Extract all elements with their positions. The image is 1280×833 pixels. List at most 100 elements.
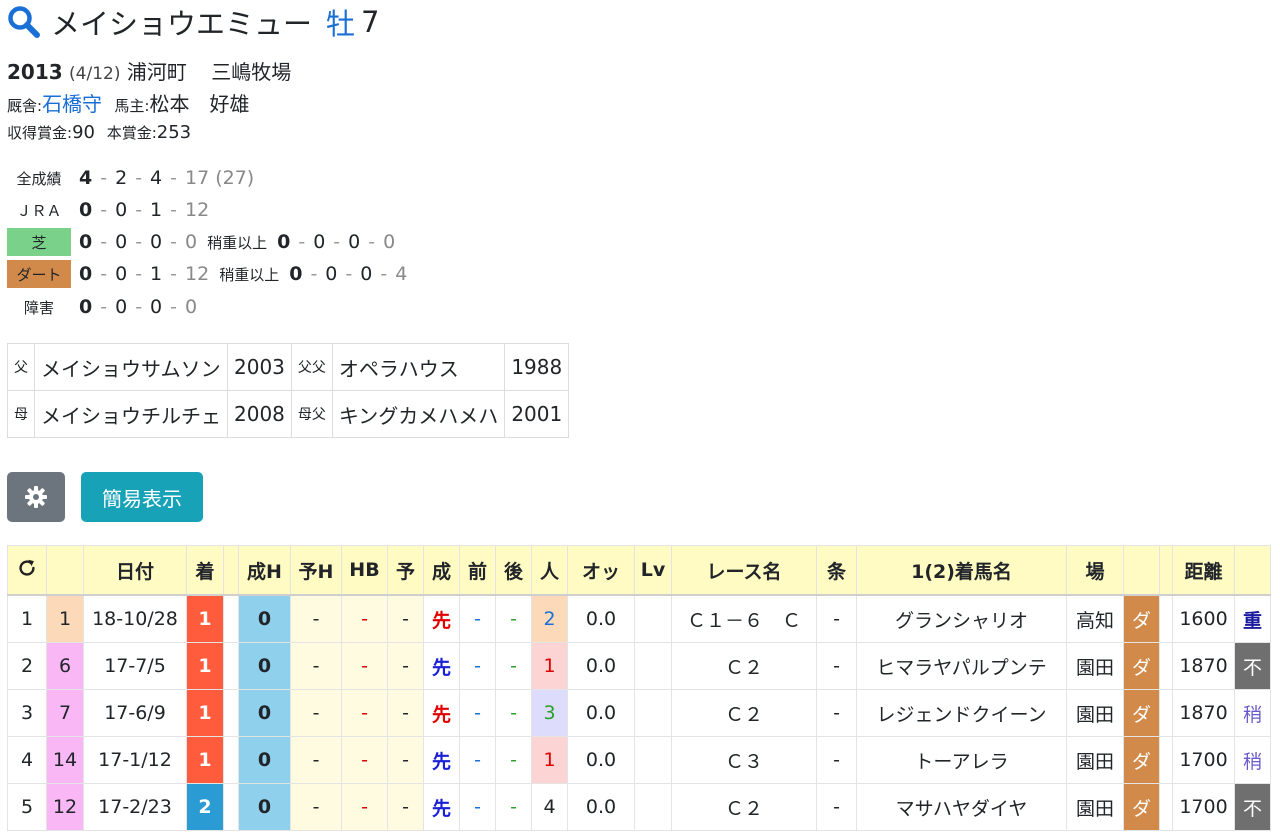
winner-name[interactable]: トーアレラ — [856, 736, 1067, 784]
table-row[interactable]: 3 7 17-6/9 1 0 - - - 先 - - 3 0.0 Ｃ２ - レジ… — [7, 689, 1271, 737]
refresh-icon[interactable] — [16, 557, 38, 579]
col-header-rank[interactable]: 着 — [186, 545, 224, 596]
others: 17 — [185, 167, 210, 189]
col-header[interactable]: 前 — [459, 545, 496, 596]
col-header-level[interactable]: Lv — [634, 545, 672, 596]
yo-h: - — [290, 736, 342, 784]
odds: 0.0 — [567, 736, 635, 784]
finish-rank: 1 — [186, 689, 224, 737]
race-name[interactable]: Ｃ３ — [671, 736, 817, 784]
simple-view-button[interactable]: 簡易表示 — [81, 472, 203, 522]
heavy-others: 4 — [395, 263, 408, 285]
owner: 松本 好雄 — [149, 92, 250, 116]
birth-info: 2013 (4/12) 浦河町 三嶋牧場 — [7, 56, 291, 85]
col-header-winner[interactable]: 1(2)着馬名 — [856, 545, 1067, 596]
table-row[interactable]: 1 1 18-10/28 1 0 - - - 先 - - 2 0.0 Ｃ１－６ … — [7, 594, 1271, 643]
col-header-distance[interactable]: 距離 — [1172, 545, 1235, 596]
level — [634, 783, 672, 831]
table-row[interactable]: 2 6 17-7/5 1 0 - - - 先 - - 1 0.0 Ｃ２ - ヒマ… — [7, 642, 1271, 690]
col-header[interactable]: 予 — [387, 545, 424, 596]
venue: 園田 — [1066, 736, 1124, 784]
odds: 0.0 — [567, 594, 635, 643]
winner-name[interactable]: ヒマラヤパルプンテ — [856, 642, 1067, 690]
last-time: - — [495, 736, 532, 784]
distance: 1870 — [1172, 689, 1235, 737]
track-condition: 重 — [1234, 594, 1271, 643]
table-row[interactable]: 5 12 17-2/23 2 0 - - - 先 - - 4 0.0 Ｃ２ - … — [7, 783, 1271, 831]
col-header-odds[interactable]: オッ — [567, 545, 635, 596]
winner-name[interactable]: グランシャリオ — [856, 594, 1067, 643]
winner-name[interactable]: マサハヤダイヤ — [856, 783, 1067, 831]
dam-sire-name[interactable]: キングカメハメハ — [331, 390, 506, 438]
surface: ダ — [1123, 783, 1160, 831]
wins: 0 — [79, 296, 93, 318]
col-header[interactable]: 条 — [816, 545, 857, 596]
col-header[interactable]: 後 — [495, 545, 532, 596]
col-header[interactable]: 人 — [531, 545, 568, 596]
race-date: 17-7/5 — [83, 642, 187, 690]
page-title: メイショウエミュー 牡 7 — [7, 2, 379, 42]
spacer-cell — [223, 642, 239, 690]
hb: - — [341, 783, 388, 831]
yo: - — [387, 783, 424, 831]
heavy-thirds: 0 — [360, 263, 373, 285]
yo: - — [387, 642, 424, 690]
col-header-place[interactable]: 場 — [1066, 545, 1124, 596]
spacer-cell — [1159, 689, 1173, 737]
col-header[interactable]: HB — [341, 545, 388, 596]
sire-name[interactable]: メイショウサムソン — [34, 343, 228, 391]
race-date: 18-10/28 — [83, 594, 187, 643]
col-header[interactable] — [1123, 545, 1160, 596]
heavy-seconds: 0 — [313, 231, 326, 253]
col-header[interactable] — [46, 545, 84, 596]
col-header-race-name[interactable]: レース名 — [671, 545, 817, 596]
search-icon[interactable] — [7, 5, 41, 39]
sire-sire-label: 父父 — [290, 343, 333, 391]
thirds: 0 — [150, 296, 163, 318]
sire-sire-year: 1988 — [504, 343, 570, 391]
seconds: 0 — [115, 263, 128, 285]
gate-number: 7 — [46, 689, 84, 737]
refresh-header[interactable] — [7, 545, 47, 596]
condition: - — [816, 736, 857, 784]
spacer-cell — [223, 736, 239, 784]
winner-name[interactable]: レジェンドクイーン — [856, 689, 1067, 737]
surface: ダ — [1123, 594, 1160, 643]
pedigree-row-dam: 母 メイショウチルチェ 2008 母父 キングカメハメハ 2001 — [7, 390, 570, 438]
gate-number: 14 — [46, 736, 84, 784]
race-date: 17-1/12 — [83, 736, 187, 784]
race-name[interactable]: Ｃ２ — [671, 642, 817, 690]
row-number: 2 — [7, 642, 47, 690]
trainer-link[interactable]: 石橋守 — [42, 92, 102, 116]
seconds: 0 — [115, 296, 128, 318]
yo-h: - — [290, 642, 342, 690]
sire-sire-name[interactable]: オペラハウス — [331, 343, 506, 391]
race-name[interactable]: Ｃ２ — [671, 689, 817, 737]
hb: - — [341, 642, 388, 690]
trainer-label: 厩舎: — [7, 97, 43, 115]
col-header[interactable]: 予H — [290, 545, 342, 596]
settings-button[interactable] — [7, 472, 65, 522]
table-row[interactable]: 4 14 17-1/12 1 0 - - - 先 - - 1 0.0 Ｃ３ - … — [7, 736, 1271, 784]
record-all: 全成績 4- 2- 4- 17 (27) — [7, 163, 254, 193]
spacer-cell — [1159, 736, 1173, 784]
col-header[interactable]: 成H — [238, 545, 291, 596]
col-header[interactable] — [1159, 545, 1173, 596]
sei-h: 0 — [238, 689, 291, 737]
col-header-date[interactable]: 日付 — [83, 545, 187, 596]
col-header[interactable]: 成 — [423, 545, 460, 596]
owner-label: 馬主: — [114, 97, 150, 115]
dam-name[interactable]: メイショウチルチェ — [34, 390, 228, 438]
race-name[interactable]: Ｃ１－６ Ｃ — [671, 594, 817, 643]
record-jra: ＪＲＡ 0- 0- 1- 12 — [7, 195, 209, 225]
popularity: 1 — [531, 642, 568, 690]
race-name[interactable]: Ｃ２ — [671, 783, 817, 831]
col-header[interactable] — [223, 545, 239, 596]
stable-info: 厩舎:石橋守 馬主:松本 好雄 — [7, 88, 249, 117]
row-number: 5 — [7, 783, 47, 831]
venue: 高知 — [1066, 594, 1124, 643]
gate-number: 6 — [46, 642, 84, 690]
col-header[interactable] — [1234, 545, 1271, 596]
main-prize-value: 253 — [156, 122, 192, 143]
level — [634, 642, 672, 690]
